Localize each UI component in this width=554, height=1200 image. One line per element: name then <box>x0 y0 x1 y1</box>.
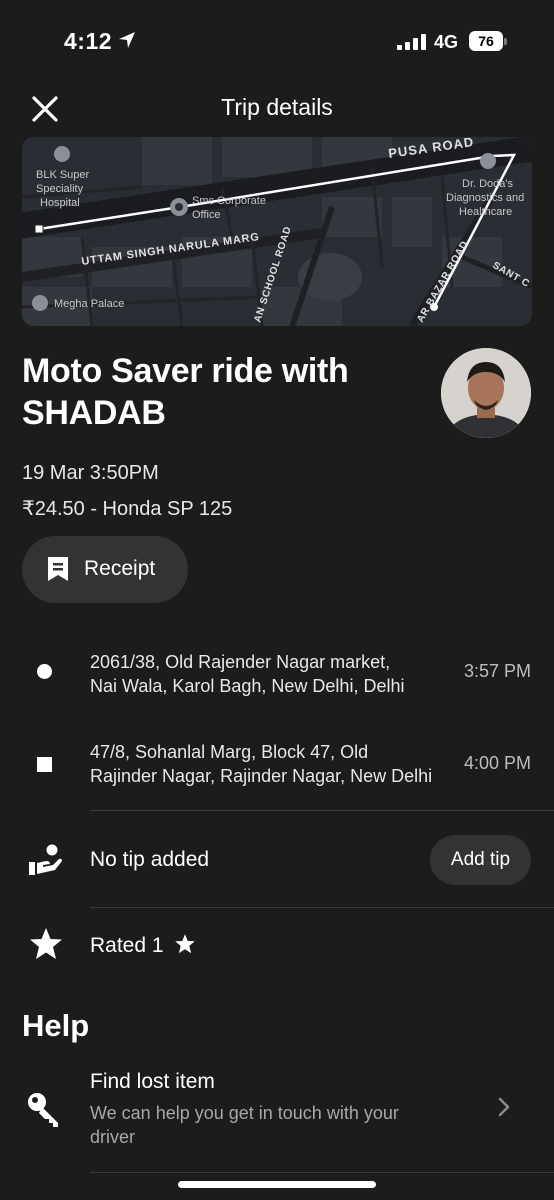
battery-icon: 76 <box>469 31 507 51</box>
dropoff-address-line1: 47/8, Sohanlal Marg, Block 47, Old <box>90 742 369 762</box>
help-heading: Help <box>22 1008 90 1043</box>
rating-label: Rated 1 <box>90 934 164 957</box>
network-type: 4G <box>434 32 459 52</box>
trip-map[interactable]: PUSA ROAD BLK Super Speciality Hospital … <box>22 137 532 326</box>
receipt-button[interactable]: Receipt <box>22 536 188 603</box>
find-lost-item-subtitle: We can help you get in touch with your d… <box>90 1103 399 1147</box>
divider <box>90 1172 554 1173</box>
star-icon <box>30 928 62 959</box>
driver-avatar <box>441 348 531 438</box>
map-label-megha: Megha Palace <box>54 298 124 310</box>
page-title: Trip details <box>221 94 333 120</box>
add-tip-button[interactable]: Add tip <box>430 835 531 885</box>
tip-hand-icon <box>29 844 62 875</box>
pickup-address-line2: Nai Wala, Karol Bagh, New Delhi, Delhi <box>90 676 405 696</box>
chevron-right-icon[interactable] <box>496 1095 512 1119</box>
pickup-stop[interactable]: 2061/38, Old Rajender Nagar market, Nai … <box>0 626 554 716</box>
map-label-doda-1: Dr. Doda's <box>462 178 514 190</box>
dropoff-stop[interactable]: 47/8, Sohanlal Marg, Block 47, Old Rajin… <box>0 718 554 808</box>
receipt-icon <box>48 557 68 581</box>
divider <box>90 810 554 811</box>
dropoff-time: 4:00 PM <box>463 753 531 773</box>
pickup-address: 2061/38, Old Rajender Nagar market, Nai … <box>90 650 442 698</box>
tip-status: No tip added <box>90 848 210 871</box>
receipt-label: Receipt <box>84 557 156 580</box>
status-bar: 4:12 4G 76 <box>0 0 554 84</box>
map-label-doda-2: Diagnostics and <box>446 192 524 204</box>
trip-fare: ₹24.50 - Honda SP 125 <box>22 498 233 520</box>
map-label-blk-3: Hospital <box>40 197 80 209</box>
map-label-smc-1: Smc Corporate <box>192 195 266 207</box>
map-label-blk-2: Speciality <box>36 183 84 195</box>
trip-date: 19 Mar 3:50PM <box>22 462 159 484</box>
location-arrow-icon <box>119 32 135 48</box>
dropoff-address: 47/8, Sohanlal Marg, Block 47, Old Rajin… <box>90 740 442 788</box>
dropoff-address-line2: Rajinder Nagar, Rajinder Nagar, New Delh… <box>90 766 433 786</box>
find-lost-item-title: Find lost item <box>90 1070 215 1093</box>
map-label-smc-2: Office <box>192 209 221 221</box>
divider <box>90 907 554 908</box>
dropoff-square-icon <box>37 757 52 772</box>
signal-icon <box>397 34 426 50</box>
map-label-doda-3: Healthcare <box>459 206 512 218</box>
ride-title: Moto Saver ride with SHADAB <box>22 352 349 432</box>
key-icon <box>28 1093 58 1127</box>
rating-star-icon <box>175 934 195 954</box>
pickup-address-line1: 2061/38, Old Rajender Nagar market, <box>90 652 391 672</box>
status-time: 4:12 <box>64 28 113 54</box>
home-indicator[interactable] <box>178 1181 376 1188</box>
map-label-blk-1: BLK Super <box>36 169 90 181</box>
pickup-time: 3:57 PM <box>463 661 531 681</box>
battery-level: 76 <box>469 31 503 51</box>
pickup-dot-icon <box>37 664 52 679</box>
